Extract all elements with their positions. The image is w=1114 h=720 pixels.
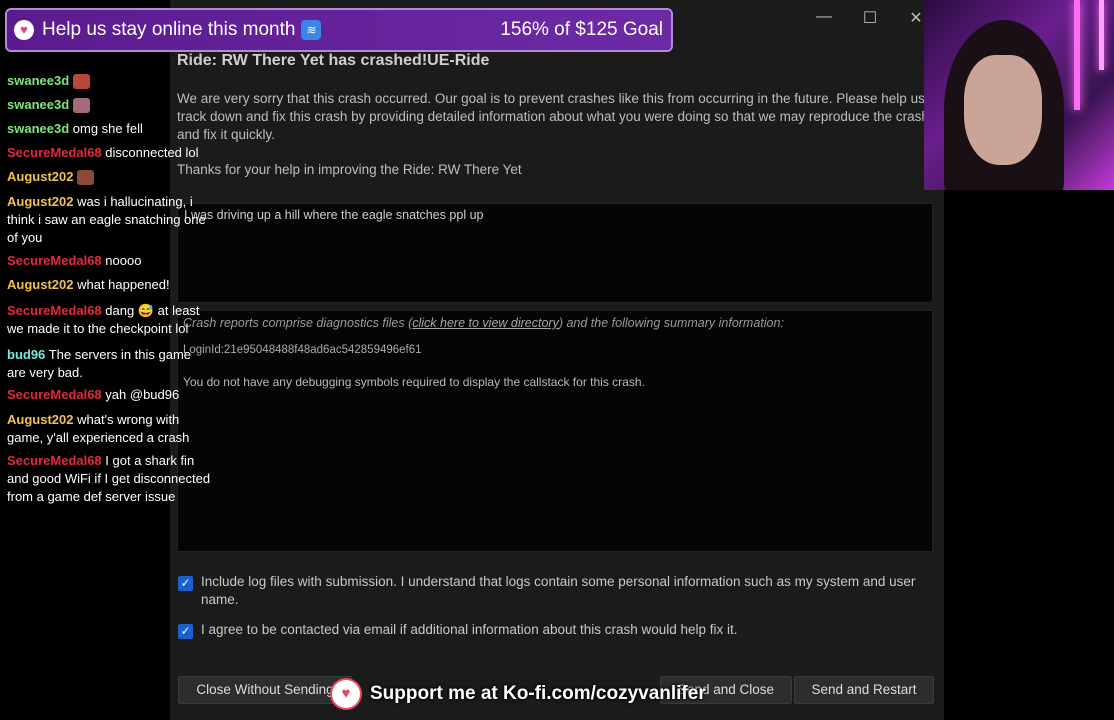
include-logs-label: Include log files with submission. I und… <box>201 574 916 607</box>
window-controls: — ☐ ✕ <box>816 8 924 28</box>
crash-title: Ride: RW There Yet has crashed!UE-Ride <box>177 52 490 69</box>
neon-light <box>1074 0 1080 110</box>
chat-username[interactable]: swanee3d <box>7 121 69 136</box>
chat-text: omg she fell <box>72 121 143 136</box>
chat-username[interactable]: August202 <box>7 194 73 209</box>
minimize-icon[interactable]: — <box>816 8 832 28</box>
chat-message: August202 what happened! <box>7 276 212 294</box>
summary-line: Crash reports comprise diagnostics files… <box>183 316 784 330</box>
chat-message: SecureMedal68 I got a shark fin and good… <box>7 452 212 506</box>
chat-message: August202 was i hallucinating, i think i… <box>7 193 212 247</box>
chat-text: noooo <box>105 253 142 268</box>
include-logs-checkbox[interactable]: ✓ <box>178 576 193 591</box>
webcam-feed <box>924 0 1114 190</box>
chat-username[interactable]: SecureMedal68 <box>7 303 102 318</box>
chat-message: swanee3d <box>7 96 212 114</box>
chat-username[interactable]: swanee3d <box>7 73 69 88</box>
chat-username[interactable]: August202 <box>7 412 73 427</box>
crash-summary-panel: Crash reports comprise diagnostics files… <box>177 310 933 552</box>
chat-message: SecureMedal68 yah @bud96 <box>7 386 212 404</box>
chat-username[interactable]: swanee3d <box>7 97 69 112</box>
kofi-banner: ♥ Support me at Ko-fi.com/cozyvanlifer <box>332 680 706 708</box>
chat-message: bud96 The servers in this game are very … <box>7 346 212 382</box>
goal-text: Help us stay online this month <box>42 19 296 40</box>
chat-username[interactable]: August202 <box>7 277 73 292</box>
chat-text: what happened! <box>77 277 170 292</box>
crash-thanks-text: Thanks for your help in improving the Ri… <box>177 162 522 177</box>
chat-message: August202 <box>7 168 212 186</box>
chat-username[interactable]: SecureMedal68 <box>7 253 102 268</box>
emote-icon <box>72 74 90 90</box>
chat-username[interactable]: bud96 <box>7 347 45 362</box>
goal-banner: ♥ Help us stay online this month ≋ 156% … <box>5 8 673 52</box>
crash-reporter-window: — ☐ ✕ Ride: RW There Yet has crashed!UE-… <box>170 0 944 720</box>
chat-message: swanee3d <box>7 72 212 90</box>
neon-light <box>1099 0 1104 70</box>
no-symbols-message: You do not have any debugging symbols re… <box>183 375 645 389</box>
emote-icon <box>72 98 90 114</box>
chat-message: SecureMedal68 noooo <box>7 252 212 270</box>
send-and-restart-button[interactable]: Send and Restart <box>794 676 934 704</box>
crash-description-input[interactable] <box>177 203 933 303</box>
agree-contact-checkbox[interactable]: ✓ <box>178 624 193 639</box>
chat-username[interactable]: SecureMedal68 <box>7 145 102 160</box>
chat-message: SecureMedal68 disconnected lol <box>7 144 212 162</box>
include-logs-row[interactable]: ✓ Include log files with submission. I u… <box>178 573 928 609</box>
close-without-sending-button[interactable]: Close Without Sending <box>178 676 352 704</box>
heart-icon: ♥ <box>14 20 34 40</box>
crash-intro-text: We are very sorry that this crash occurr… <box>177 91 929 142</box>
chat-message: SecureMedal68 dang 😅 at least we made it… <box>7 302 212 338</box>
close-icon[interactable]: ✕ <box>908 8 924 28</box>
maximize-icon[interactable]: ☐ <box>862 8 878 28</box>
goal-amount: 156% of $125 Goal <box>500 19 663 40</box>
chat-message: August202 what's wrong with game, y'all … <box>7 411 212 447</box>
streamer-face <box>964 55 1042 165</box>
chat-username[interactable]: SecureMedal68 <box>7 453 102 468</box>
summary-suffix: ) and the following summary information: <box>558 316 784 330</box>
kofi-cup-icon: ♥ <box>332 680 360 708</box>
chat-message: swanee3d omg she fell <box>7 120 212 138</box>
kofi-text: Support me at Ko-fi.com/cozyvanlifer <box>370 683 706 704</box>
chat-username[interactable]: August202 <box>7 169 73 184</box>
agree-contact-row[interactable]: ✓ I agree to be contacted via email if a… <box>178 621 928 639</box>
wifi-icon: ≋ <box>301 20 322 40</box>
chat-username[interactable]: SecureMedal68 <box>7 387 102 402</box>
view-directory-link[interactable]: click here to view directory <box>412 316 559 330</box>
login-id: LoginId:21e95048488f48ad6ac542859496ef61 <box>183 344 422 356</box>
chat-text: yah @bud96 <box>105 387 180 402</box>
agree-contact-label: I agree to be contacted via email if add… <box>201 622 738 637</box>
emote-icon <box>77 170 95 186</box>
chat-text: disconnected lol <box>105 145 199 160</box>
summary-prefix: Crash reports comprise diagnostics files… <box>183 316 413 330</box>
